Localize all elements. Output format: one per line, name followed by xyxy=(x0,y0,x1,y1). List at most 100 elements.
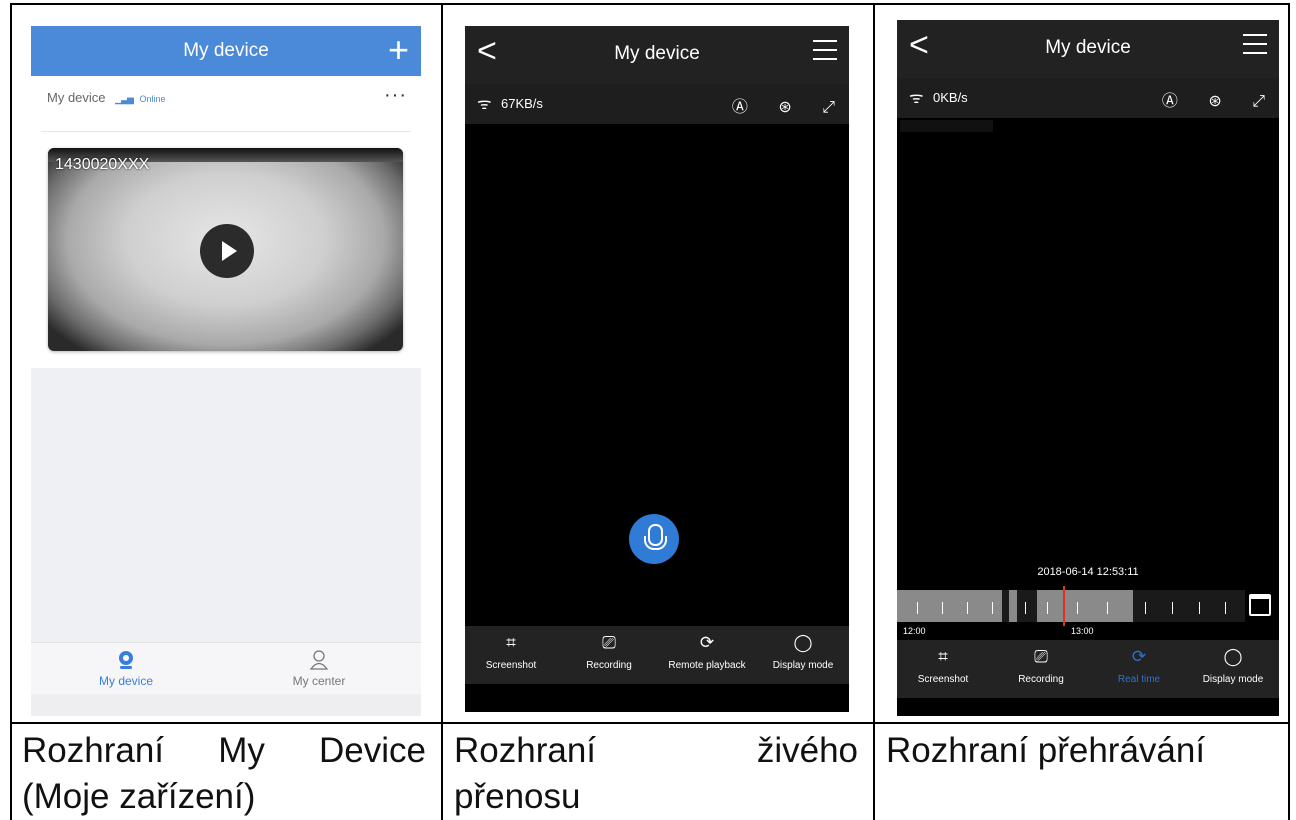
tool-label: Real time xyxy=(1117,674,1161,685)
bottom-tab-bar: My device My center xyxy=(31,642,421,694)
grid-line-left xyxy=(10,3,12,820)
toolbar: ⌗ Screenshot ⎚ Recording ⟳ Remote playba… xyxy=(465,626,849,684)
sound-icon[interactable]: ⊛ xyxy=(778,97,791,117)
app-header: My device + xyxy=(31,26,421,76)
toolbar: ⌗ Screenshot ⎚ Recording ⟳ Real time ◯ D… xyxy=(897,640,1279,698)
caption-word: živého xyxy=(756,731,858,770)
camera-preview-card[interactable]: 1430020XXX xyxy=(48,148,403,351)
timeline-start-label: 12:00 xyxy=(903,626,926,636)
display-mode-button[interactable]: ◯ Display mode xyxy=(1183,646,1279,685)
screenshot-button[interactable]: ⌗ Screenshot xyxy=(465,632,561,671)
timeline-tick xyxy=(1047,602,1048,614)
nav-title: My device xyxy=(1045,37,1131,58)
timeline-tick xyxy=(1199,602,1200,614)
timeline-tick xyxy=(1225,602,1226,614)
timeline-tick xyxy=(1025,602,1026,614)
device-status: Online xyxy=(139,94,166,104)
recorded-segment xyxy=(1037,590,1133,622)
realtime-icon: ⟳ xyxy=(1131,647,1147,666)
timeline-datetime: 2018-06-14 12:53:11 xyxy=(1037,566,1139,578)
grid-line-top xyxy=(10,3,1290,5)
caption-my-device: Rozhraní My Device (Moje zařízení) xyxy=(22,728,426,820)
caption-line: (Moje zařízení) xyxy=(22,777,256,816)
bitrate: 67KB/s xyxy=(501,96,543,111)
caption-playback: Rozhraní přehrávání xyxy=(886,728,1282,774)
wifi-icon: ᯤ xyxy=(909,90,924,107)
tool-label: Display mode xyxy=(772,660,834,671)
playback-icon: ⟳ xyxy=(699,633,715,652)
tool-label: Screenshot xyxy=(917,674,969,685)
signal-icon: ▁▃▅ xyxy=(115,94,134,104)
timeline-tick xyxy=(942,602,943,614)
nav-bar: < My device xyxy=(897,20,1279,78)
tool-label: Recording xyxy=(1018,674,1064,685)
auto-icon[interactable]: Ⓐ xyxy=(1162,87,1178,111)
calendar-icon[interactable] xyxy=(1249,594,1271,616)
timeline[interactable] xyxy=(897,590,1245,622)
recorded-segment xyxy=(1009,590,1017,622)
caption-word: My xyxy=(218,731,265,770)
display-mode-icon: ◯ xyxy=(793,633,813,652)
caption-line: Rozhraní přehrávání xyxy=(886,731,1206,770)
timeline-tick xyxy=(1172,602,1173,614)
recorded-segment xyxy=(897,590,1002,622)
person-icon xyxy=(309,650,329,670)
grid-line-mid xyxy=(10,722,1290,724)
display-mode-button[interactable]: ◯ Display mode xyxy=(753,632,849,671)
caption-word: Rozhraní xyxy=(22,731,165,770)
nav-bar: < My device xyxy=(465,26,849,84)
timeline-mid-label: 13:00 xyxy=(1071,626,1094,636)
camera-id: 1430020XXX xyxy=(55,156,150,173)
grid-line-2 xyxy=(873,3,875,820)
header-title: My device xyxy=(183,40,269,61)
timeline-tick xyxy=(1077,602,1078,614)
auto-icon[interactable]: Ⓐ xyxy=(732,93,748,117)
wifi-icon: ᯤ xyxy=(477,96,492,113)
grid-line-1 xyxy=(441,3,443,820)
timeline-tick xyxy=(967,602,968,614)
video-timestamp-overlay xyxy=(900,120,993,132)
tab-my-center[interactable]: My center xyxy=(259,649,379,688)
caption-word: Rozhraní xyxy=(454,731,597,770)
my-device-screen: My device + My device ▁▃▅ Online ··· 143… xyxy=(31,26,421,716)
caption-line: přenosu xyxy=(454,777,581,816)
grid-line-right xyxy=(1288,3,1290,820)
fullscreen-icon[interactable]: ⤢ xyxy=(1252,93,1265,111)
status-bar: ᯤ 0KB/s Ⓐ ⊛ ⤢ xyxy=(897,78,1279,118)
tab-label: My center xyxy=(292,674,346,688)
nav-title: My device xyxy=(614,43,700,64)
add-device-icon[interactable]: + xyxy=(388,32,409,68)
recording-button[interactable]: ⎚ Recording xyxy=(991,646,1091,685)
playhead-marker[interactable] xyxy=(1063,586,1065,626)
more-options-icon[interactable]: ··· xyxy=(384,84,407,107)
camera-icon xyxy=(119,651,133,669)
menu-icon[interactable] xyxy=(813,40,837,60)
camcorder-icon: ⎚ xyxy=(602,633,616,652)
camcorder-icon: ⎚ xyxy=(1034,647,1048,666)
device-row[interactable]: My device ▁▃▅ Online ··· xyxy=(41,76,411,132)
tab-my-device[interactable]: My device xyxy=(66,649,186,688)
fullscreen-icon[interactable]: ⤢ xyxy=(822,99,835,117)
play-icon[interactable] xyxy=(200,224,254,278)
menu-icon[interactable] xyxy=(1243,34,1267,54)
real-time-button[interactable]: ⟳ Real time xyxy=(1089,646,1189,685)
screenshot-button[interactable]: ⌗ Screenshot xyxy=(897,646,993,685)
device-name: My device xyxy=(47,90,106,105)
tool-label: Remote playback xyxy=(668,660,746,671)
microphone-icon[interactable] xyxy=(629,514,679,564)
bottom-strip xyxy=(31,694,421,716)
timeline-tick xyxy=(1107,602,1108,614)
status-bar: ᯤ 67KB/s Ⓐ ⊛ ⤢ xyxy=(465,84,849,124)
crop-icon: ⌗ xyxy=(938,647,948,666)
crop-icon: ⌗ xyxy=(506,633,516,652)
display-mode-icon: ◯ xyxy=(1223,647,1243,666)
recording-button[interactable]: ⎚ Recording xyxy=(559,632,659,671)
sound-icon[interactable]: ⊛ xyxy=(1208,91,1221,111)
remote-playback-button[interactable]: ⟳ Remote playback xyxy=(657,632,757,671)
playback-screen: < My device ᯤ 0KB/s Ⓐ ⊛ ⤢ 2018-06-14 12:… xyxy=(897,20,1279,716)
timeline-tick xyxy=(992,602,993,614)
tool-label: Recording xyxy=(586,660,632,671)
tool-label: Display mode xyxy=(1202,674,1264,685)
empty-area xyxy=(31,368,421,642)
tab-label: My device xyxy=(98,674,154,688)
